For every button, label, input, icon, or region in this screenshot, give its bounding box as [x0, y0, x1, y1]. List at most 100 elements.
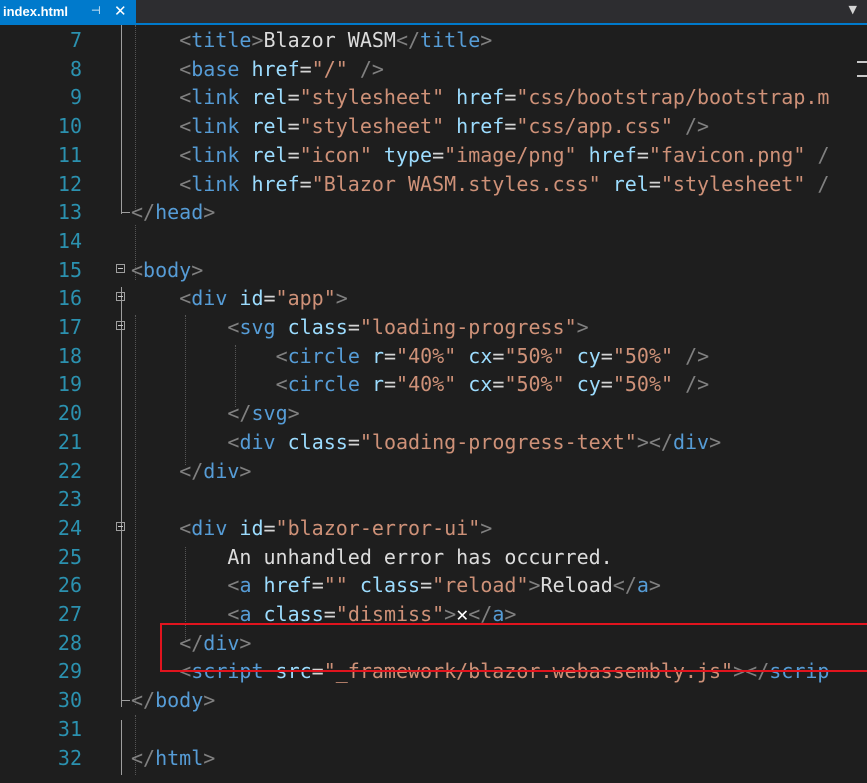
code-line[interactable]: 26 <a href="" class="reload">Reload</a>	[0, 571, 867, 600]
code-line[interactable]: 31	[0, 715, 867, 744]
code-line[interactable]: 30 </body>	[0, 686, 867, 715]
line-number: 22	[57, 458, 82, 483]
code-line[interactable]: 8 <base href="/" />	[0, 55, 867, 84]
line-number: 14	[57, 228, 82, 253]
token-br: >	[203, 200, 216, 225]
code-line[interactable]: 9 <link rel="stylesheet" href="css/bootst…	[0, 83, 867, 112]
code-line[interactable]: 25 An unhandled error has occurred.	[0, 543, 867, 572]
token-br: >	[480, 28, 493, 52]
line-number: 12	[57, 171, 82, 196]
pin-icon[interactable]: ⊣	[91, 4, 101, 17]
code-line[interactable]: 15 <body>	[0, 256, 867, 285]
code-line[interactable]: 32 </html>	[0, 744, 867, 773]
collapse-icon[interactable]	[116, 521, 125, 531]
line-number: 19	[57, 372, 82, 397]
token-br: <	[179, 286, 192, 311]
token-txt: Blazor WASM	[263, 28, 396, 52]
token-tag: link	[191, 142, 240, 167]
token-br: <	[227, 573, 240, 598]
token-txt: Reload	[540, 573, 613, 598]
token-eq: =	[600, 372, 613, 397]
fold-end-marker	[121, 686, 130, 702]
chevron-down-icon[interactable]: ▼	[849, 3, 857, 16]
token-tag: svg	[251, 401, 288, 426]
token-val: "50%"	[504, 372, 565, 397]
line-number: 10	[57, 114, 82, 139]
code-line[interactable]: 18 <circle r="40%" cx="50%" cy="50%" />	[0, 342, 867, 371]
code-line[interactable]: 28 </div>	[0, 629, 867, 658]
token-attr: cx	[468, 343, 493, 368]
line-number: 18	[57, 343, 82, 368]
code-line[interactable]: 21 <div class="loading-progress-text"></d…	[0, 428, 867, 457]
code-line[interactable]: 27 <a class="dismiss">✕</a>	[0, 600, 867, 629]
token-val: "favicon.png"	[648, 142, 806, 167]
tab-index-html[interactable]: index.html ⊣ ✕	[0, 0, 136, 24]
line-number: 13	[57, 200, 82, 225]
token-eq: =	[263, 515, 276, 540]
token-tag: a	[239, 602, 252, 626]
token-br: />	[685, 343, 710, 368]
close-icon[interactable]: ✕	[114, 2, 127, 20]
token-br: <	[179, 85, 192, 110]
overview-ruler[interactable]	[857, 61, 867, 89]
token-eq: =	[299, 56, 312, 81]
code-text: <link rel="stylesheet" href="css/bootstr…	[179, 83, 829, 112]
code-line[interactable]: 23	[0, 485, 867, 514]
token-br: </	[179, 630, 204, 655]
token-eq: =	[383, 343, 397, 368]
token-br: >	[239, 458, 252, 483]
token-eq: =	[347, 429, 360, 454]
token-eq: =	[311, 659, 324, 684]
collapse-icon[interactable]	[116, 263, 125, 273]
token-eq: =	[504, 114, 517, 139]
code-line[interactable]: 29 <script src="_framework/blazor.webasse…	[0, 657, 867, 686]
code-line[interactable]: 22 </div>	[0, 457, 867, 486]
token-br: <	[179, 171, 192, 196]
token-attr: type	[383, 142, 433, 167]
token-eq: =	[263, 286, 276, 311]
token-val: "Blazor WASM.styles.css"	[311, 171, 601, 196]
token-attr: href	[588, 142, 637, 167]
token-br: </	[131, 688, 156, 713]
collapse-icon[interactable]	[116, 292, 125, 302]
code-line[interactable]: 17 <svg class="loading-progress">	[0, 313, 867, 342]
code-line[interactable]: 16 <div id="app">	[0, 284, 867, 313]
token-tag: link	[191, 171, 240, 196]
code-line[interactable]: 11 <link rel="icon" type="image/png" href…	[0, 141, 867, 170]
token-br: >	[287, 401, 300, 426]
line-number: 23	[57, 487, 82, 512]
token-eq: =	[600, 343, 613, 368]
code-text: <div id="app">	[179, 284, 348, 313]
token-val: "stylesheet"	[299, 85, 445, 110]
token-tag: circle	[287, 372, 360, 397]
code-line[interactable]: 12 <link href="Blazor WASM.styles.css" re…	[0, 170, 867, 199]
token-eq: =	[347, 315, 360, 339]
code-line[interactable]: 19 <circle r="40%" cx="50%" cy="50%" />	[0, 370, 867, 399]
token-val: "css/bootstrap/bootstrap.m	[516, 85, 830, 110]
code-text: <script src="_framework/blazor.webassemb…	[179, 657, 829, 686]
collapse-icon[interactable]	[116, 321, 125, 330]
code-editor[interactable]: 7 <title>Blazor WASM</title> 8 <base href="…	[0, 25, 867, 783]
token-eq: =	[432, 142, 445, 167]
token-tag: title	[191, 28, 252, 52]
code-line[interactable]: 24 <div id="blazor-error-ui">	[0, 514, 867, 543]
code-line[interactable]: 14	[0, 227, 867, 256]
token-val: "_framework/blazor.webassembly.js"	[323, 659, 734, 684]
token-val: "50%"	[612, 372, 674, 397]
token-br: </	[227, 401, 252, 426]
token-eq: =	[287, 142, 300, 167]
code-line[interactable]: 10 <link rel="stylesheet" href="css/app.c…	[0, 112, 867, 141]
token-br: </	[468, 602, 493, 626]
token-eq: =	[420, 573, 433, 598]
code-line[interactable]: 20 </svg>	[0, 399, 867, 428]
token-val: "40%"	[396, 343, 457, 368]
code-line[interactable]: 13 </head>	[0, 198, 867, 227]
token-br: <	[275, 343, 288, 368]
token-attr: cy	[576, 343, 601, 368]
code-line[interactable]: 7 <title>Blazor WASM</title>	[0, 26, 867, 55]
